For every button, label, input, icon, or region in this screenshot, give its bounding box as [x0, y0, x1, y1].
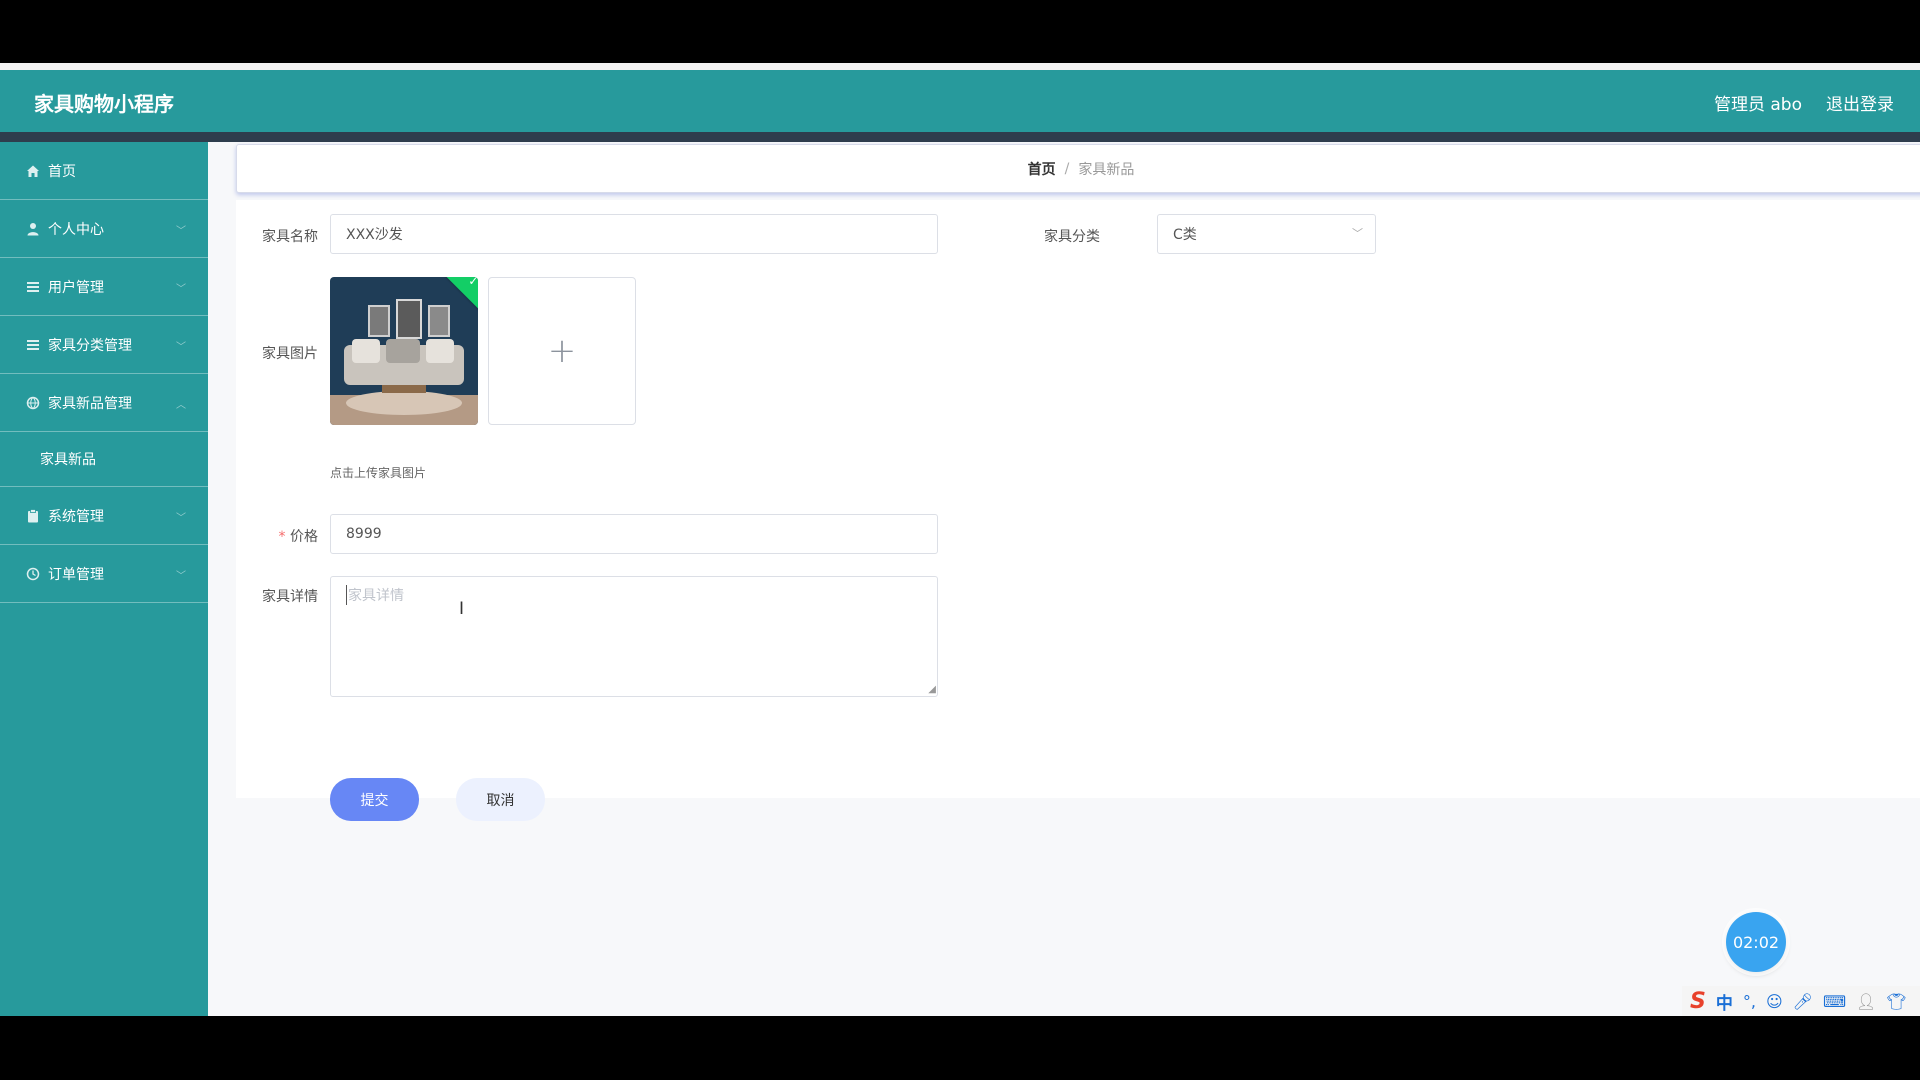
user-label: 管理员 abo	[1713, 95, 1802, 115]
microphone-icon[interactable]: 🎤︎	[1793, 992, 1813, 1011]
sidebar-item-label: 系统管理	[48, 508, 104, 525]
plus-icon: +	[547, 331, 577, 371]
price-label: * 价格	[236, 526, 318, 546]
category-label: 家具分类	[1044, 229, 1100, 245]
sogou-logo-icon[interactable]: S	[1690, 989, 1706, 1014]
sidebar-item-label: 个人中心	[48, 221, 104, 238]
app-title: 家具购物小程序	[34, 92, 174, 116]
top-stripe	[0, 63, 1920, 70]
chevron-down-icon: ﹀	[176, 571, 186, 582]
product-form: 家具名称 XXX沙发 家具分类 C类 ﹀ 家具图片 ✓ + 点击上传家具图片 *…	[236, 200, 1920, 821]
bottom-black-bar	[0, 1016, 1920, 1080]
skin-icon[interactable]: 👕︎	[1886, 992, 1906, 1011]
sidebar-item-label: 用户管理	[48, 279, 104, 296]
header-right: 管理员 abo 退出登录	[1714, 90, 1894, 115]
logout-link[interactable]: 退出登录	[1826, 90, 1894, 115]
sidebar-item-home[interactable]: 首页	[0, 142, 208, 200]
resize-handle-icon[interactable]: ◢	[928, 684, 936, 695]
breadcrumb-home[interactable]: 首页	[1028, 159, 1056, 179]
ime-mode[interactable]: 中	[1716, 989, 1733, 1014]
category-select[interactable]: C类 ﹀	[1157, 214, 1376, 254]
clock-icon	[26, 567, 40, 581]
sidebar-item-label: 家具分类管理	[48, 337, 132, 354]
chevron-down-icon: ﹀	[1352, 227, 1363, 240]
home-icon	[26, 164, 40, 178]
breadcrumb-separator: /	[1064, 160, 1070, 177]
cancel-button[interactable]: 取消	[456, 778, 545, 821]
chevron-down-icon: ﹀	[176, 513, 186, 524]
required-mark: *	[278, 529, 286, 545]
text-cursor-icon: I	[459, 599, 465, 619]
user-icon	[26, 222, 40, 236]
submit-button[interactable]: 提交	[330, 778, 419, 821]
uploaded-image[interactable]: ✓	[330, 277, 478, 425]
detail-placeholder: 家具详情	[346, 585, 404, 605]
menu-icon	[26, 280, 40, 294]
sofa-image	[330, 277, 478, 425]
image-label: 家具图片	[262, 346, 318, 362]
check-icon: ✓	[468, 277, 478, 289]
sidebar-item-label: 家具新品管理	[48, 395, 132, 412]
emoji-icon[interactable]: ☺	[1766, 992, 1783, 1011]
menu-icon	[26, 338, 40, 352]
user-tools-icon[interactable]: 👤︎	[1856, 992, 1876, 1011]
sidebar-item-label: 首页	[48, 163, 76, 180]
name-input[interactable]: XXX沙发	[330, 214, 938, 254]
sidebar-item-system[interactable]: 系统管理 ﹀	[0, 487, 208, 545]
globe-icon	[26, 396, 40, 410]
sidebar-item-orders[interactable]: 订单管理 ﹀	[0, 545, 208, 603]
sidebar-subitem-label: 家具新品	[40, 452, 96, 468]
chevron-down-icon: ﹀	[176, 226, 186, 237]
upload-add-button[interactable]: +	[488, 277, 636, 425]
price-label-text: 价格	[290, 529, 318, 545]
sidebar: 首页 个人中心 ﹀ 用户管理 ﹀ 家具分类管理 ﹀ 家具新品管理 ︿ 家具新品	[0, 142, 208, 1016]
breadcrumb-current: 家具新品	[1078, 161, 1135, 178]
keyboard-icon[interactable]: ⌨	[1823, 992, 1846, 1011]
sidebar-item-category[interactable]: 家具分类管理 ﹀	[0, 316, 208, 374]
sidebar-item-personal[interactable]: 个人中心 ﹀	[0, 200, 208, 258]
sidebar-item-label: 订单管理	[48, 566, 104, 583]
punctuation-icon[interactable]: °,	[1743, 992, 1756, 1011]
clipboard-icon	[26, 508, 40, 523]
chevron-down-icon: ﹀	[176, 284, 186, 295]
name-input-value: XXX沙发	[346, 227, 403, 243]
recording-timer[interactable]: 02:02	[1726, 912, 1786, 972]
breadcrumb: 首页 / 家具新品	[236, 144, 1920, 193]
sidebar-item-users[interactable]: 用户管理 ﹀	[0, 258, 208, 316]
price-input[interactable]: 8999	[330, 514, 938, 554]
sidebar-item-new-products[interactable]: 家具新品管理 ︿	[0, 374, 208, 432]
chevron-down-icon: ﹀	[176, 342, 186, 353]
upload-tip: 点击上传家具图片	[330, 466, 427, 480]
name-label: 家具名称	[262, 229, 318, 245]
ime-toolbar: S 中 °, ☺ 🎤︎ ⌨ 👤︎ 👕︎	[1682, 986, 1920, 1016]
category-select-value: C类	[1173, 227, 1197, 243]
app-header: 家具购物小程序 管理员 abo 退出登录	[0, 70, 1920, 132]
detail-textarea[interactable]: 家具详情 I ◢	[330, 576, 938, 697]
price-input-value: 8999	[346, 526, 382, 542]
detail-label: 家具详情	[262, 589, 318, 605]
top-black-bar	[0, 0, 1920, 63]
sidebar-subitem-new-products[interactable]: 家具新品	[0, 432, 208, 487]
header-divider	[0, 132, 1920, 142]
chevron-up-icon: ︿	[176, 400, 186, 411]
main-content: 首页 / 家具新品 家具名称 XXX沙发 家具分类 C类 ﹀ 家具图片 ✓ + …	[208, 142, 1920, 1016]
